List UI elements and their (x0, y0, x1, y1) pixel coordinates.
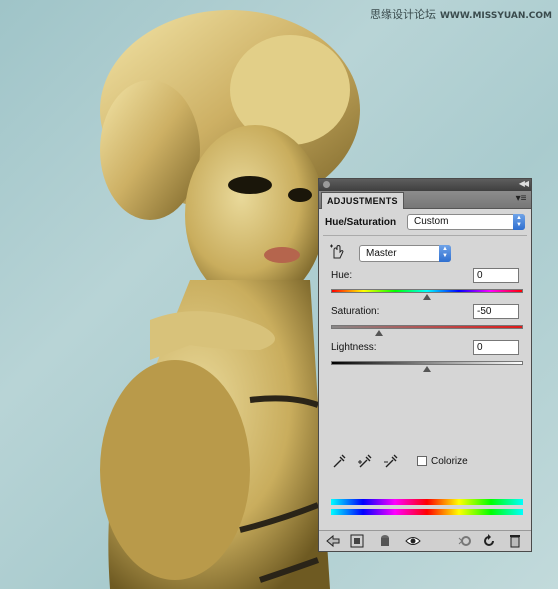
lightness-slider: Lightness: 0 (331, 338, 523, 374)
preset-row: Hue/Saturation Custom ▲ ▼ (319, 209, 531, 235)
saturation-input[interactable]: -50 (473, 304, 519, 319)
channel-select[interactable]: Master ▲ ▼ (359, 245, 451, 262)
input-spectrum-bar (331, 499, 523, 505)
hue-input[interactable]: 0 (473, 268, 519, 283)
panel-bottom-bar (319, 530, 531, 551)
adjustments-panel: ◀◀ ADJUSTMENTS ▾≡ Hue/Saturation Custom … (318, 178, 532, 552)
preset-value: Custom (414, 216, 449, 227)
eye-icon[interactable] (405, 533, 421, 549)
colorize-checkbox[interactable] (417, 456, 427, 466)
collapse-icon[interactable]: ◀◀ (519, 179, 529, 188)
eyedropper-plus-icon[interactable] (357, 453, 373, 469)
reset-icon[interactable] (481, 533, 497, 549)
lightness-track[interactable] (331, 361, 523, 365)
close-icon[interactable] (323, 181, 330, 188)
lightness-thumb[interactable] (423, 366, 431, 372)
panel-title-strip[interactable]: ◀◀ (319, 179, 531, 191)
hue-track[interactable] (331, 289, 523, 293)
saturation-label: Saturation: (331, 306, 380, 317)
saturation-track[interactable] (331, 325, 523, 329)
panel-tabbar: ADJUSTMENTS ▾≡ (319, 191, 531, 209)
expand-view-icon[interactable] (349, 533, 365, 549)
colorize-label: Colorize (431, 456, 468, 467)
lightness-label: Lightness: (331, 342, 377, 353)
trash-icon[interactable] (507, 533, 523, 549)
chevron-updown-icon: ▲ ▼ (439, 245, 451, 262)
previous-state-icon[interactable] (457, 533, 473, 549)
watermark-text: 思缘设计论坛 (369, 8, 436, 21)
saturation-thumb[interactable] (375, 330, 383, 336)
back-arrow-icon[interactable] (325, 533, 341, 549)
eyedropper-icon[interactable] (331, 453, 347, 469)
saturation-slider: Saturation: -50 (331, 302, 523, 338)
targeted-adjustment-icon[interactable] (329, 244, 345, 260)
hue-slider: Hue: 0 (331, 266, 523, 302)
channel-row: Master ▲ ▼ (319, 236, 531, 266)
panel-menu-icon[interactable]: ▾≡ (515, 193, 527, 205)
lightness-input[interactable]: 0 (473, 340, 519, 355)
output-spectrum-bar (331, 509, 523, 515)
clip-to-layer-icon[interactable] (377, 533, 393, 549)
eyedropper-minus-icon[interactable] (383, 453, 399, 469)
hue-label: Hue: (331, 270, 353, 281)
preset-select[interactable]: Custom ▲ ▼ (407, 214, 525, 230)
channel-value: Master (366, 248, 397, 259)
adjustment-name: Hue/Saturation (325, 217, 397, 228)
chevron-updown-icon: ▲ ▼ (513, 214, 525, 230)
watermark: 思缘设计论坛 WWW.MISSYUAN.COM (370, 6, 552, 22)
watermark-site: WWW.MISSYUAN.COM (439, 11, 552, 21)
tab-adjustments[interactable]: ADJUSTMENTS (321, 192, 404, 209)
hue-thumb[interactable] (423, 294, 431, 300)
tools-row: Colorize (319, 453, 531, 473)
